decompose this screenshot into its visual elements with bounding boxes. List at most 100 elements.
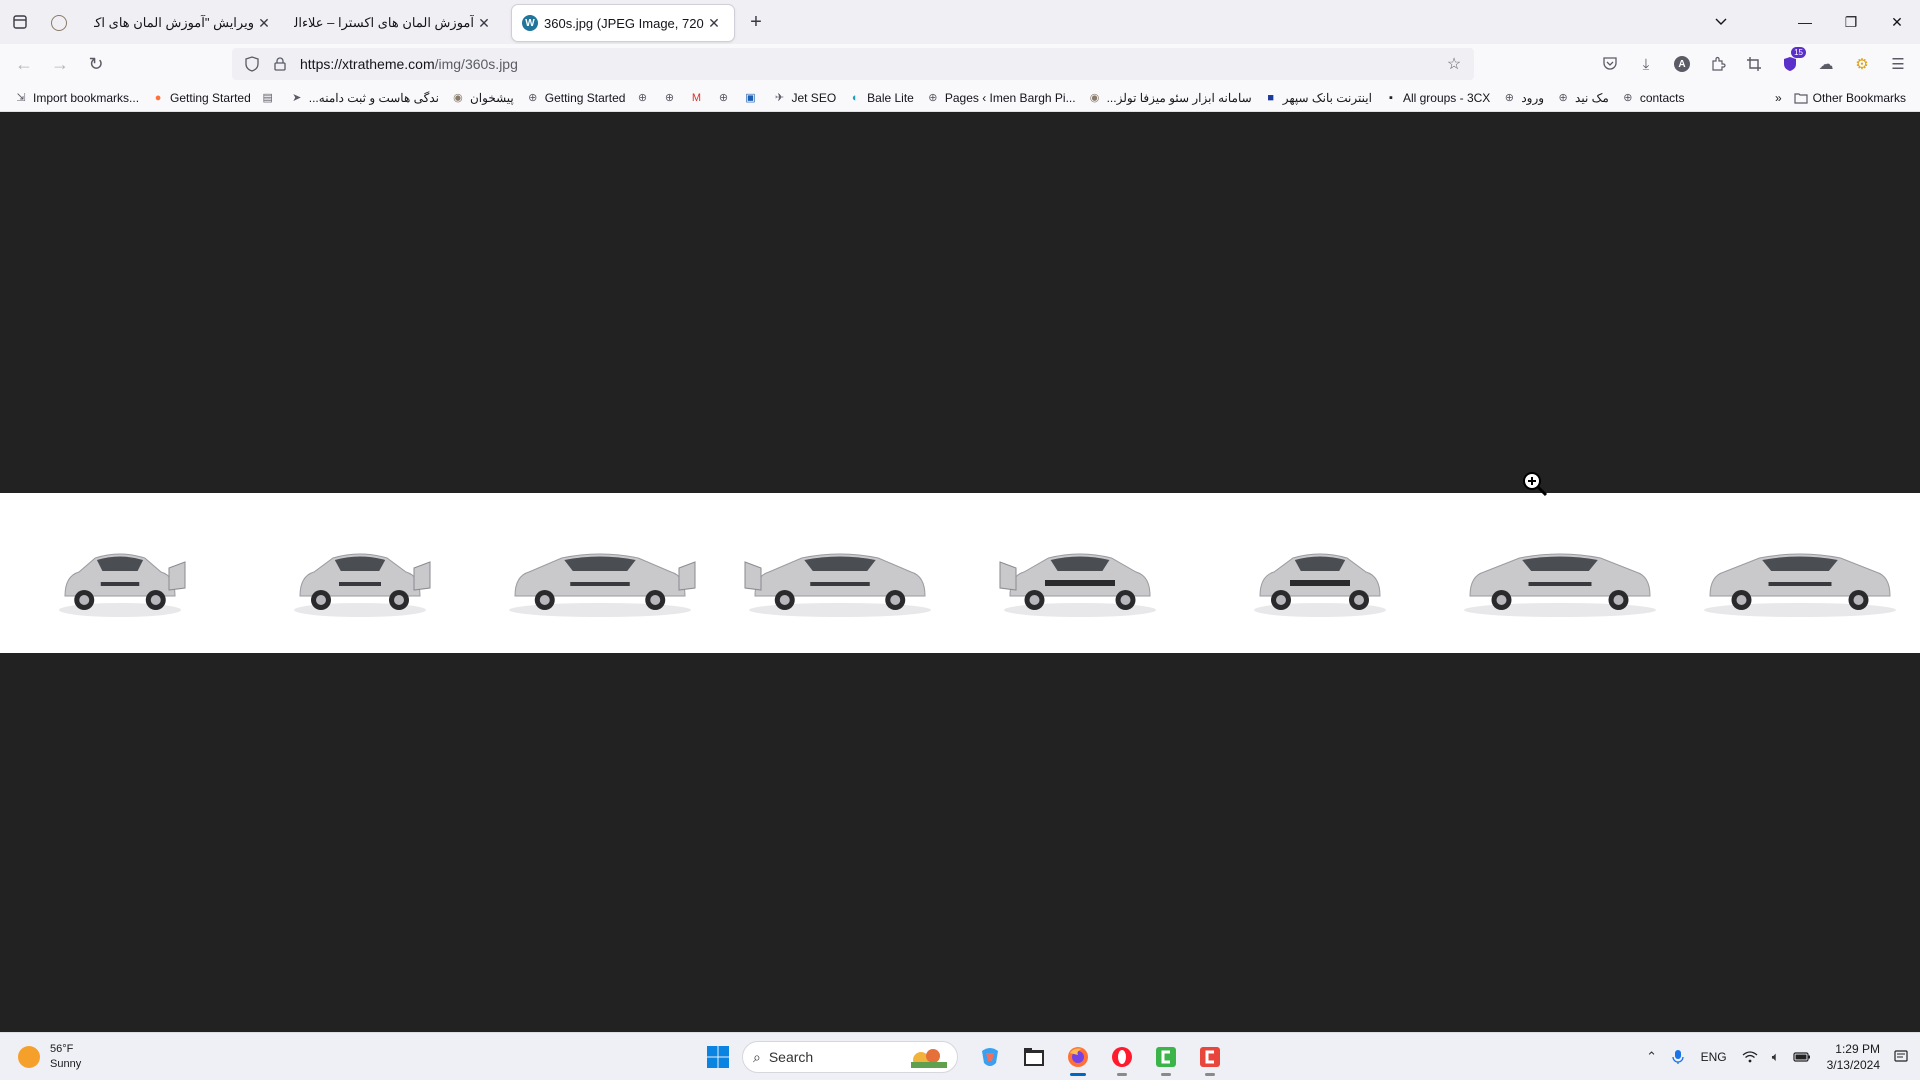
- opera-icon[interactable]: [1102, 1037, 1142, 1077]
- gmail-icon: M: [691, 91, 702, 104]
- toolbar-buttons: ⤓ A 15 ☁ ⚙ ☰: [1592, 44, 1920, 84]
- bookmark-label: Bale Lite: [867, 90, 914, 105]
- tab-360s-image[interactable]: W 360s.jpg (JPEG Image, 7200 × 60 ✕: [512, 5, 734, 41]
- import-icon: ⇲: [16, 92, 26, 104]
- copilot-icon[interactable]: [970, 1037, 1010, 1077]
- list-all-tabs-icon[interactable]: [1698, 0, 1744, 44]
- restore-button[interactable]: ❐: [1828, 0, 1874, 44]
- bookmark-item[interactable]: ▪ All groups - 3CX: [1378, 86, 1496, 110]
- car-view: [1700, 518, 1900, 628]
- bookmark-item[interactable]: ⊕ Pages ‹ Imen Bargh Pi...: [920, 86, 1082, 110]
- cx-icon: ▪: [1388, 91, 1393, 104]
- bank-icon: ■: [1267, 91, 1275, 104]
- reload-button[interactable]: ↻: [80, 48, 112, 80]
- bale-icon: ◐: [851, 91, 859, 104]
- bookmark-item[interactable]: ⊕: [631, 86, 658, 110]
- menu-icon[interactable]: ☰: [1880, 46, 1916, 82]
- firefox-view-icon[interactable]: [0, 2, 40, 42]
- globe-icon: ⊕: [1623, 92, 1633, 104]
- firefox-taskbar-icon[interactable]: [1058, 1037, 1098, 1077]
- cloud-extension-icon[interactable]: ☁: [1808, 46, 1844, 82]
- bookmark-star-icon[interactable]: ☆: [1440, 48, 1468, 80]
- lock-icon[interactable]: [266, 48, 294, 80]
- car-view: [1220, 518, 1420, 628]
- tab-pinned[interactable]: [40, 5, 84, 41]
- url-path: /img/360s.jpg: [434, 56, 518, 72]
- search-icon: ⌕: [753, 1048, 761, 1065]
- file-explorer-icon[interactable]: [1014, 1037, 1054, 1077]
- tab-label: آموزش المان های اکسترا – علاءالدین: [294, 15, 474, 30]
- shield-icon[interactable]: [238, 48, 266, 80]
- pocket-icon[interactable]: [1592, 46, 1628, 82]
- owl-icon: ◉: [1089, 92, 1100, 104]
- chevron-right-icon[interactable]: »: [1769, 86, 1788, 110]
- downloads-icon[interactable]: ⤓: [1628, 46, 1664, 82]
- camtasia-red-icon[interactable]: [1190, 1037, 1230, 1077]
- zoom-in-cursor-icon: [1523, 472, 1548, 497]
- bookmark-item[interactable]: ● Getting Started: [145, 86, 257, 110]
- close-icon[interactable]: ✕: [704, 13, 724, 33]
- minimize-button[interactable]: —: [1782, 0, 1828, 44]
- bookmark-item[interactable]: ⊕ contacts: [1615, 86, 1691, 110]
- notification-icon[interactable]: [1888, 1042, 1914, 1072]
- car-360-image[interactable]: [0, 493, 1920, 653]
- shield-extension-icon[interactable]: 15: [1772, 46, 1808, 82]
- close-icon[interactable]: ✕: [474, 13, 494, 33]
- bookmark-item[interactable]: ▣: [739, 86, 766, 110]
- bookmark-item[interactable]: ⇲ Import bookmarks...: [8, 86, 145, 110]
- bookmark-item[interactable]: ➤ ...ندگی هاست و ثبت دامنه: [284, 86, 445, 110]
- url-bar[interactable]: https://xtratheme.com/img/360s.jpg ☆: [232, 48, 1474, 80]
- forward-button[interactable]: →: [44, 48, 76, 80]
- battery-icon[interactable]: [1789, 1042, 1815, 1072]
- bookmark-item[interactable]: ◐ Bale Lite: [842, 86, 920, 110]
- bookmark-item[interactable]: ■ اینترنت بانک سپهر: [1258, 86, 1378, 110]
- bracket-icon: ▣: [745, 92, 756, 104]
- wordpress-icon: W: [522, 15, 538, 31]
- clock[interactable]: 1:29 PM 3/13/2024: [1815, 1041, 1888, 1073]
- wifi-icon[interactable]: [1737, 1042, 1763, 1072]
- language-indicator[interactable]: ENG: [1691, 1050, 1737, 1064]
- close-icon[interactable]: ✕: [254, 13, 274, 33]
- camtasia-green-icon[interactable]: [1146, 1037, 1186, 1077]
- clock-date: 3/13/2024: [1826, 1058, 1880, 1072]
- taskbar-search[interactable]: ⌕ Search: [742, 1041, 958, 1073]
- bookmark-item[interactable]: ⊕: [712, 86, 739, 110]
- bookmark-item[interactable]: ⊕: [658, 86, 685, 110]
- image-viewport: [0, 113, 1920, 1032]
- microphone-icon[interactable]: [1665, 1042, 1691, 1072]
- back-button[interactable]: ←: [8, 48, 40, 80]
- other-bookmarks-label: Other Bookmarks: [1812, 91, 1906, 105]
- bookmark-item[interactable]: ⊕ ورود: [1496, 86, 1550, 110]
- car-view: [500, 518, 700, 628]
- weather-desc: Sunny: [50, 1058, 82, 1070]
- car-view: [740, 518, 940, 628]
- bookmark-item[interactable]: ⊕ Getting Started: [520, 86, 632, 110]
- bookmark-item[interactable]: ▤: [257, 86, 284, 110]
- calendar-icon: ▤: [262, 92, 273, 104]
- gear-extension-icon[interactable]: ⚙: [1844, 46, 1880, 82]
- crop-icon[interactable]: [1736, 46, 1772, 82]
- bookmark-item[interactable]: ✈ Jet SEO: [766, 86, 842, 110]
- weather-widget[interactable]: 56°F Sunny: [18, 1042, 81, 1072]
- running-indicator: [1117, 1073, 1127, 1076]
- tab-extra-elements[interactable]: آموزش المان های اکسترا – علاءالدین ✕: [284, 5, 504, 41]
- car-view: [260, 518, 460, 628]
- new-tab-button[interactable]: +: [740, 6, 772, 38]
- other-bookmarks[interactable]: Other Bookmarks: [1788, 86, 1912, 110]
- close-window-button[interactable]: ✕: [1874, 0, 1920, 44]
- tab-edit-extra[interactable]: ویرایش "آموزش المان های اکسترا – علا ✕: [84, 5, 284, 41]
- volume-icon[interactable]: 🔈︎: [1763, 1042, 1789, 1072]
- url-text[interactable]: https://xtratheme.com/img/360s.jpg: [300, 56, 518, 72]
- account-button[interactable]: A: [1664, 46, 1700, 82]
- bookmark-item[interactable]: ⊕ مک نید: [1550, 86, 1615, 110]
- bookmark-item[interactable]: ◉ پیشخوان: [445, 86, 520, 110]
- running-indicator: [1205, 1073, 1215, 1076]
- car-view: [980, 518, 1180, 628]
- bookmark-item[interactable]: ◉ ...سامانه ابزار سئو میزفا تولز: [1082, 86, 1258, 110]
- windows-start-icon[interactable]: [700, 1039, 736, 1075]
- folder-icon: [1794, 91, 1808, 105]
- extensions-icon[interactable]: [1700, 46, 1736, 82]
- rocket-icon: ✈: [774, 92, 785, 104]
- chevron-up-icon[interactable]: ⌃: [1639, 1042, 1665, 1072]
- bookmark-item[interactable]: M: [685, 86, 712, 110]
